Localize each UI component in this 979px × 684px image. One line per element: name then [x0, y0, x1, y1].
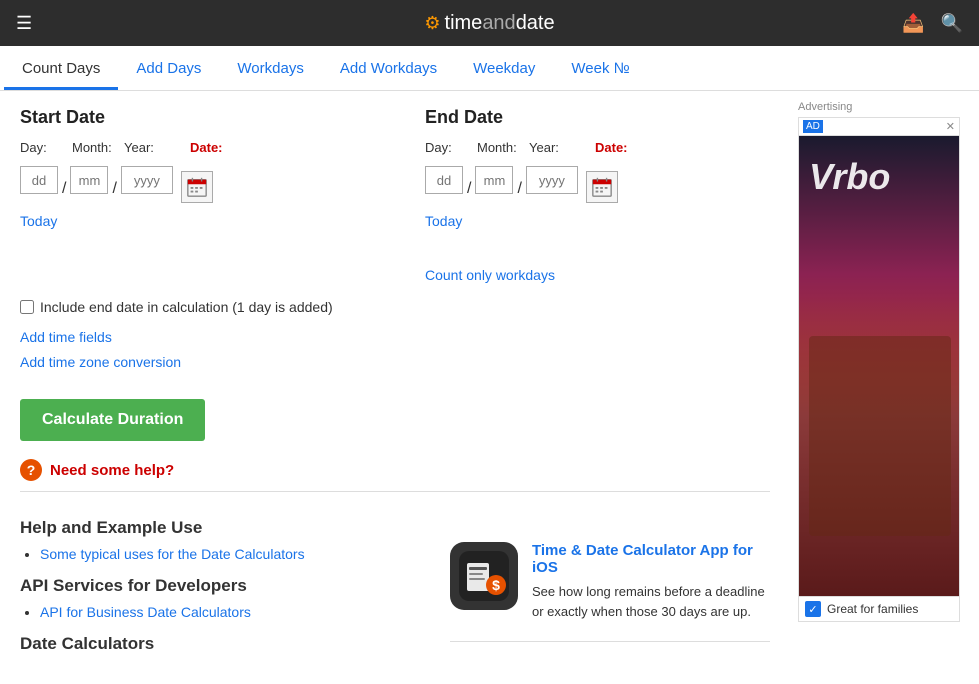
- help-example-section: Help and Example Use Some typical uses f…: [20, 518, 430, 562]
- ad-top-bar: AD ✕: [799, 118, 959, 136]
- svg-text:$: $: [492, 577, 500, 593]
- help-example-title: Help and Example Use: [20, 518, 430, 538]
- start-year-label: Year:: [124, 140, 176, 155]
- start-month-input[interactable]: [70, 166, 108, 194]
- start-day-input[interactable]: [20, 166, 58, 194]
- ad-checkbox-text: Great for families: [827, 602, 918, 616]
- date-calc-section: Date Calculators: [20, 634, 430, 654]
- end-day-label: Day:: [425, 140, 463, 155]
- options-row: Include end date in calculation (1 day i…: [20, 299, 770, 315]
- app-icon: $: [450, 542, 518, 610]
- share-icon[interactable]: 📤: [902, 13, 924, 34]
- search-icon[interactable]: 🔍: [941, 13, 963, 34]
- logo-date: date: [516, 12, 555, 34]
- ad-box: AD ✕ Vrbo ✓ Great for families: [798, 117, 960, 622]
- end-month-input[interactable]: [475, 166, 513, 194]
- calculate-button[interactable]: Calculate Duration: [20, 399, 205, 441]
- count-workdays-link[interactable]: Count only workdays: [425, 267, 555, 283]
- end-day-input[interactable]: [425, 166, 463, 194]
- start-sep-2: /: [112, 180, 116, 198]
- include-end-date-text: Include end date in calculation (1 day i…: [40, 299, 333, 315]
- include-end-date-label[interactable]: Include end date in calculation (1 day i…: [20, 299, 333, 315]
- ad-image: Vrbo: [799, 136, 960, 596]
- api-section-title: API Services for Developers: [20, 576, 430, 596]
- start-day-label: Day:: [20, 140, 58, 155]
- ad-close-icon[interactable]: ✕: [946, 120, 955, 133]
- logo-text: timeanddate: [445, 12, 555, 35]
- end-calendar-button[interactable]: [586, 171, 618, 203]
- app-promo-title: Time & Date Calculator App for iOS: [532, 542, 770, 576]
- help-example-link-1[interactable]: Some typical uses for the Date Calculato…: [40, 546, 305, 562]
- ad-checkbox-row: ✓ Great for families: [799, 596, 959, 621]
- tab-add-workdays[interactable]: Add Workdays: [322, 46, 455, 90]
- app-promo-description: See how long remains before a deadline o…: [532, 582, 770, 621]
- header-icons: 📤 🔍: [902, 13, 963, 34]
- ad-badge: AD: [803, 120, 823, 133]
- end-date-title: End Date: [425, 107, 770, 128]
- api-section: API Services for Developers API for Busi…: [20, 576, 430, 620]
- start-date-section: Start Date Day: Month: Year: Date: / /: [20, 107, 365, 283]
- api-section-list: API for Business Date Calculators: [40, 604, 430, 620]
- api-link-1[interactable]: API for Business Date Calculators: [40, 604, 251, 620]
- end-year-label: Year:: [529, 140, 581, 155]
- links-section: Add time fields Add time zone conversion: [20, 325, 770, 375]
- logo: ⚙ timeanddate: [424, 12, 554, 35]
- promo-divider: [450, 641, 770, 642]
- ad-label: Advertising: [798, 101, 962, 113]
- help-icon: ?: [20, 459, 42, 481]
- end-year-input[interactable]: [526, 166, 578, 194]
- start-calendar-button[interactable]: [181, 171, 213, 203]
- help-text: Need some help?: [50, 462, 174, 479]
- start-date-fields: / /: [20, 157, 365, 203]
- hamburger-icon[interactable]: ☰: [16, 13, 32, 34]
- end-sep-2: /: [517, 180, 521, 198]
- add-timezone-link[interactable]: Add time zone conversion: [20, 350, 770, 375]
- add-time-fields-link[interactable]: Add time fields: [20, 325, 770, 350]
- ad-checkmark-icon: ✓: [805, 601, 821, 617]
- tab-weekday[interactable]: Weekday: [455, 46, 553, 90]
- end-month-label: Month:: [477, 140, 515, 155]
- ad-brand-text: Vrbo: [809, 156, 890, 198]
- include-end-date-checkbox[interactable]: [20, 300, 34, 314]
- end-today-link[interactable]: Today: [425, 213, 462, 229]
- logo-and: and: [482, 12, 515, 34]
- start-today-link[interactable]: Today: [20, 213, 57, 229]
- tab-count-days[interactable]: Count Days: [4, 46, 118, 90]
- end-date-section: End Date Day: Month: Year: Date: / /: [425, 107, 770, 283]
- end-date-fields: / /: [425, 157, 770, 203]
- start-sep-1: /: [62, 180, 66, 198]
- date-calc-title: Date Calculators: [20, 634, 430, 654]
- calculator-area: Start Date Day: Month: Year: Date: / /: [0, 91, 790, 684]
- ad-sidebar: Advertising AD ✕ Vrbo ✓ Great for famili…: [790, 91, 970, 684]
- tab-week-no[interactable]: Week №: [553, 46, 647, 90]
- logo-time: time: [445, 12, 483, 34]
- nav-tabs: Count Days Add Days Workdays Add Workday…: [0, 46, 979, 91]
- app-promo: $ Time & Date Calculator App for iOS See…: [450, 506, 770, 668]
- end-date-label: Date:: [595, 140, 627, 155]
- logo-icon: ⚙: [424, 13, 440, 34]
- app-promo-text: Time & Date Calculator App for iOS See h…: [532, 542, 770, 621]
- date-row: Start Date Day: Month: Year: Date: / /: [20, 107, 770, 283]
- start-date-title: Start Date: [20, 107, 365, 128]
- tab-workdays[interactable]: Workdays: [219, 46, 321, 90]
- start-month-label: Month:: [72, 140, 110, 155]
- left-content: Help and Example Use Some typical uses f…: [20, 506, 430, 668]
- header: ☰ ⚙ timeanddate 📤 🔍: [0, 0, 979, 46]
- tab-add-days[interactable]: Add Days: [118, 46, 219, 90]
- start-date-label: Date:: [190, 140, 222, 155]
- divider-1: [20, 491, 770, 492]
- main-content: Start Date Day: Month: Year: Date: / /: [0, 91, 979, 684]
- end-options: Count only workdays: [425, 237, 770, 283]
- bottom-content: Help and Example Use Some typical uses f…: [20, 506, 770, 668]
- start-year-input[interactable]: [121, 166, 173, 194]
- help-row: ? Need some help?: [20, 459, 770, 481]
- help-example-list: Some typical uses for the Date Calculato…: [40, 546, 430, 562]
- app-promo-content: $ Time & Date Calculator App for iOS See…: [450, 526, 770, 637]
- end-sep-1: /: [467, 180, 471, 198]
